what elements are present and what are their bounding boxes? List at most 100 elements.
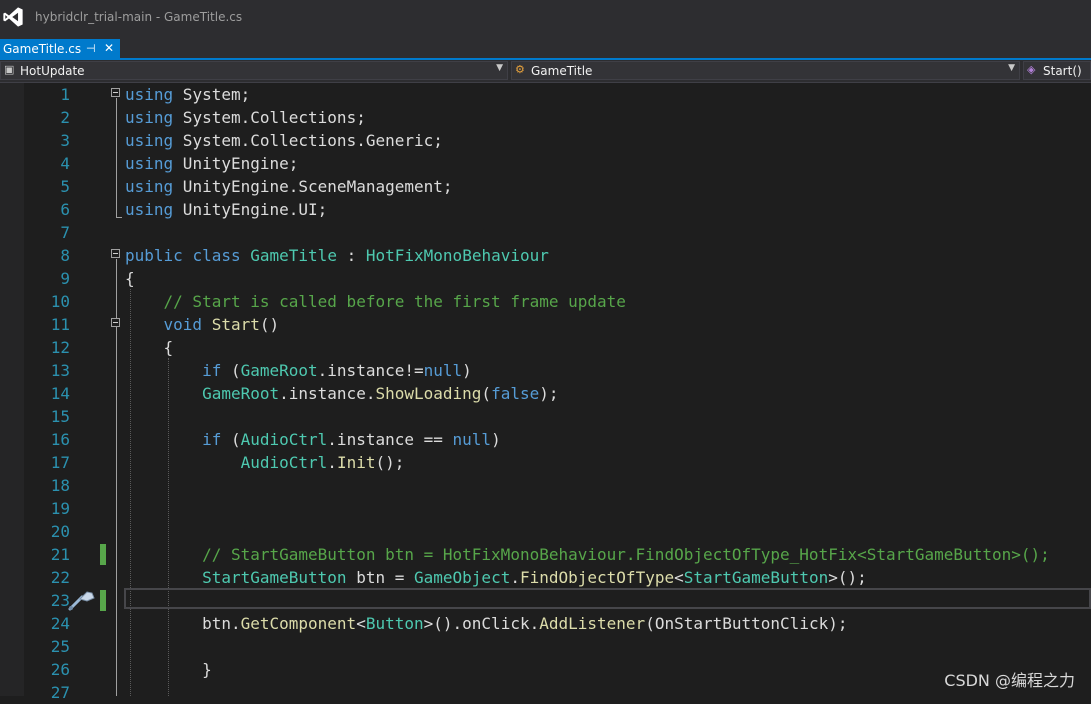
line-number: 19 [50, 499, 70, 518]
code-editor[interactable]: 1 2 3 4 5 6 7 8 9 10 11 12 13 14 15 16 1… [0, 83, 1091, 702]
tab-label: GameTitle.cs [3, 42, 82, 56]
code-token: void [163, 315, 203, 334]
code-line[interactable]: StartGameButton btn = GameObject.FindObj… [125, 566, 867, 589]
collapse-using-block-icon[interactable] [111, 88, 120, 97]
code-token: StartGameButton [683, 568, 829, 587]
code-line[interactable]: AudioCtrl.Init(); [125, 451, 405, 474]
code-token: GameObject [414, 568, 511, 587]
code-token: System.Collections; [173, 108, 366, 127]
code-line[interactable]: btn.GetComponent<Button>().onClick.AddLi… [125, 612, 847, 635]
code-token: using [125, 200, 174, 219]
pin-tab-icon[interactable]: ⊣ [86, 42, 96, 55]
code-token: btn. [125, 614, 241, 633]
code-line[interactable]: using UnityEngine; [125, 152, 298, 175]
code-token: System; [173, 85, 251, 104]
code-line[interactable]: // Start is called before the first fram… [125, 290, 626, 313]
code-token: UnityEngine; [173, 154, 299, 173]
code-line[interactable]: using UnityEngine.UI; [125, 198, 327, 221]
code-token: StartGameButton [202, 568, 347, 587]
code-token: : [336, 246, 366, 265]
code-line[interactable]: // StartGameButton btn = HotFixMonoBehav… [125, 543, 1050, 566]
code-token: ( [481, 384, 492, 403]
code-line[interactable]: { [125, 267, 135, 290]
document-tab-strip: GameTitle.cs ⊣ ✕ [0, 36, 1091, 60]
visual-studio-logo-icon [3, 7, 23, 27]
line-number: 24 [50, 614, 70, 633]
code-token: .instance. [279, 384, 376, 403]
code-line[interactable]: GameRoot.instance.ShowLoading(false); [125, 382, 558, 405]
change-marker [100, 544, 106, 565]
code-token: AudioCtrl [240, 430, 328, 449]
line-number: 7 [60, 223, 70, 242]
code-token: if [202, 361, 222, 380]
line-number: 10 [50, 292, 70, 311]
line-number: 5 [60, 177, 70, 196]
code-token: false [491, 384, 540, 403]
code-token: { [125, 269, 135, 288]
code-line[interactable]: using System.Collections.Generic; [125, 129, 443, 152]
code-token: class [192, 246, 241, 265]
line-number: 18 [50, 476, 70, 495]
outline-line [116, 98, 117, 218]
code-token: ) [462, 361, 472, 380]
tab-gametitle-cs[interactable]: GameTitle.cs ⊣ ✕ [0, 39, 120, 60]
code-line[interactable]: using System.Collections; [125, 106, 366, 129]
class-dropdown[interactable]: ⚙ GameTitle ▼ [511, 61, 1020, 80]
line-number: 9 [60, 269, 70, 288]
line-number: 11 [50, 315, 70, 334]
member-label: Start() [1043, 64, 1082, 78]
code-line[interactable]: using UnityEngine.SceneManagement; [125, 175, 453, 198]
code-token: Button [365, 614, 424, 633]
class-icon: ⚙ [515, 63, 525, 76]
member-dropdown[interactable]: ◈ Start() [1023, 61, 1091, 80]
watermark: CSDN @编程之力 [944, 671, 1075, 690]
line-number: 26 [50, 660, 70, 679]
editor-left-margin [0, 83, 24, 696]
project-dropdown[interactable]: ▣ HotUpdate ▼ [0, 61, 508, 80]
code-token: ( [221, 361, 241, 380]
code-token: null [452, 430, 492, 449]
collapse-class-icon[interactable] [111, 249, 120, 258]
project-label: HotUpdate [20, 64, 85, 78]
line-number: 6 [60, 200, 70, 219]
code-token: } [125, 660, 212, 679]
code-line[interactable]: if (GameRoot.instance!=null) [125, 359, 472, 382]
code-token: if [202, 430, 222, 449]
code-token: Start [211, 315, 260, 334]
line-number: 8 [60, 246, 70, 265]
line-number: 2 [60, 108, 70, 127]
code-token: using [125, 85, 174, 104]
line-number: 13 [50, 361, 70, 380]
outline-end [116, 217, 122, 218]
line-number: 15 [50, 407, 70, 426]
line-number: 1 [60, 85, 70, 104]
code-token: ) [491, 430, 501, 449]
close-tab-icon[interactable]: ✕ [104, 41, 114, 55]
code-token: // Start is called before the first fram… [125, 292, 626, 311]
code-token: (OnStartButtonClick); [645, 614, 848, 633]
code-token: using [125, 131, 174, 150]
code-line[interactable]: } [125, 658, 212, 681]
code-line[interactable]: { [125, 336, 174, 359]
code-line[interactable]: using System; [125, 83, 250, 106]
code-token: .instance!= [317, 361, 424, 380]
code-token: < [356, 614, 366, 633]
code-token: GameTitle [250, 246, 337, 265]
code-token: // StartGameButton btn = HotFixMonoBehav… [125, 545, 1050, 564]
line-number: 4 [60, 154, 70, 173]
quick-actions-icon[interactable] [68, 589, 96, 611]
code-line[interactable]: void Start() [125, 313, 280, 336]
collapse-method-icon[interactable] [111, 318, 120, 327]
code-token: public [125, 246, 183, 265]
code-line[interactable]: public class GameTitle : HotFixMonoBehav… [125, 244, 549, 267]
code-token: { [125, 338, 174, 357]
code-token: System.Collections.Generic; [173, 131, 443, 150]
code-token: AddListener [539, 614, 646, 633]
code-line[interactable]: if (AudioCtrl.instance == null) [125, 428, 501, 451]
